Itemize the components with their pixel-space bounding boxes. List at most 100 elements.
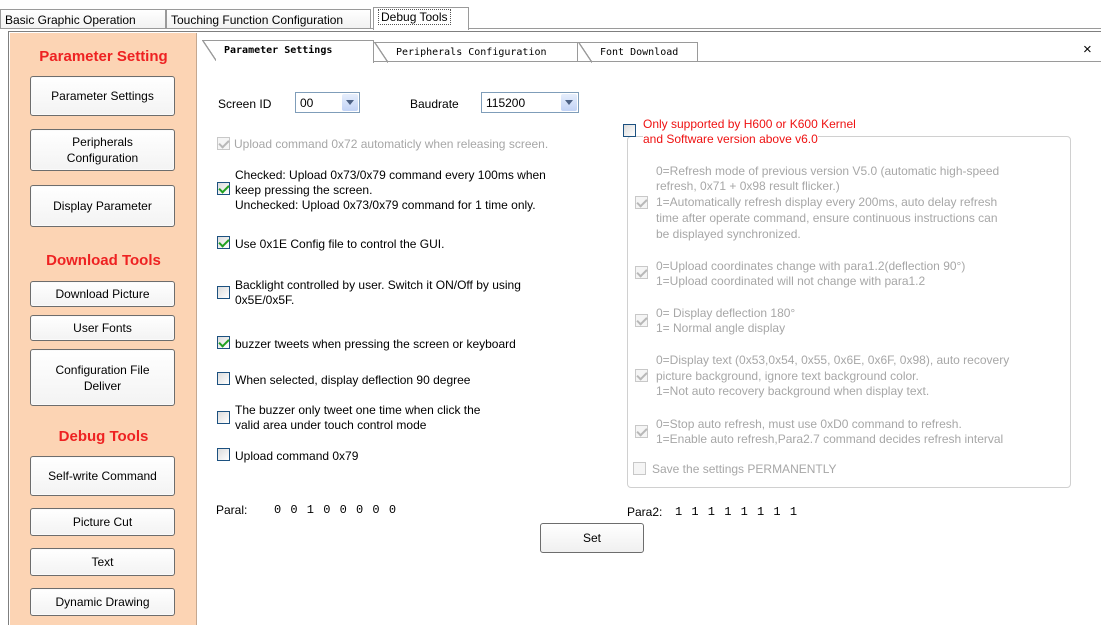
- chevron-down-icon[interactable]: [342, 94, 358, 111]
- display-parameter-button[interactable]: Display Parameter: [30, 185, 175, 227]
- tab-debug-tools[interactable]: Debug Tools: [373, 7, 469, 30]
- deflection-180-label-1: 0= Display deflection 180°: [656, 306, 796, 320]
- baudrate-value: 115200: [486, 96, 526, 110]
- display-text-label-3: 1=Not auto recovery background when disp…: [656, 384, 930, 398]
- screen-id-label: Screen ID: [218, 97, 272, 111]
- tab-label: Font Download: [600, 47, 679, 58]
- tab-label: Debug Tools: [378, 9, 451, 25]
- set-button[interactable]: Set: [540, 523, 644, 553]
- display-text-checkbox[interactable]: [635, 369, 648, 382]
- buzzer-once-checkbox[interactable]: [217, 411, 230, 424]
- button-label: Deliver: [83, 378, 122, 393]
- coordinates-label-1: 0=Upload coordinates change with para1.2…: [656, 259, 966, 273]
- save-permanently-checkbox[interactable]: [633, 462, 646, 475]
- coordinates-checkbox[interactable]: [635, 266, 648, 279]
- upload-0x72-checkbox[interactable]: [217, 137, 230, 150]
- upload-0x73-checkbox[interactable]: [217, 182, 230, 195]
- button-label: Configuration File: [55, 362, 150, 377]
- screen-id-value: 00: [300, 96, 314, 110]
- kernel-note-label-1: Only supported by H600 or K600 Kernel: [643, 117, 856, 131]
- tab-touching-function-configuration[interactable]: Touching Function Configuration: [166, 9, 371, 29]
- peripherals-configuration-button[interactable]: Peripherals Configuration: [30, 129, 175, 171]
- upload-0x72-label: Upload command 0x72 automaticly when rel…: [234, 137, 549, 151]
- self-write-command-button[interactable]: Self-write Command: [30, 456, 175, 496]
- backlight-label-2: 0x5E/0x5F.: [235, 293, 295, 307]
- inner-tab-bar: Parameter Settings Peripherals Configura…: [202, 40, 1101, 63]
- tab-parameter-settings[interactable]: Parameter Settings: [202, 40, 374, 63]
- baudrate-label: Baudrate: [410, 97, 459, 111]
- backlight-label-1: Backlight controlled by user. Switch it …: [235, 278, 521, 292]
- tab-edge: [202, 40, 216, 61]
- parameter-settings-button[interactable]: Parameter Settings: [30, 76, 175, 116]
- buzzer-label: buzzer tweets when pressing the screen o…: [235, 337, 516, 351]
- coordinates-label-2: 1=Upload coordinated will not change wit…: [656, 274, 926, 288]
- configuration-file-deliver-button[interactable]: Configuration File Deliver: [30, 349, 175, 406]
- button-label: Download Picture: [55, 287, 150, 301]
- tab-label: Basic Graphic Operation: [5, 13, 136, 27]
- refresh-mode-label-1: 0=Refresh mode of previous version V5.0 …: [656, 164, 1000, 178]
- kernel-version-checkbox[interactable]: [623, 124, 636, 137]
- deflection-90-checkbox[interactable]: [217, 372, 230, 385]
- button-label: Peripherals: [72, 135, 133, 149]
- buzzer-once-label-1: The buzzer only tweet one time when clic…: [235, 403, 481, 417]
- auto-refresh-label-1: 0=Stop auto refresh, must use 0xD0 comma…: [656, 417, 962, 431]
- sidebar: Parameter Setting Parameter Settings Per…: [10, 33, 197, 625]
- para1-value: 0 0 1 0 0 0 0 0: [274, 503, 398, 517]
- tab-font-download[interactable]: Font Download: [578, 42, 698, 63]
- deflection-90-label: When selected, display deflection 90 deg…: [235, 373, 471, 387]
- buzzer-checkbox[interactable]: [217, 336, 230, 349]
- display-text-label-2: picture background, ignore text backgrou…: [656, 369, 919, 383]
- close-icon[interactable]: ×: [1083, 41, 1092, 58]
- tab-label: Touching Function Configuration: [171, 13, 344, 27]
- picture-cut-button[interactable]: Picture Cut: [30, 508, 175, 536]
- para2-value: 1 1 1 1 1 1 1 1: [675, 505, 799, 519]
- screen-id-select[interactable]: 00: [295, 92, 360, 113]
- upload-0x73-label-3: Unchecked: Upload 0x73/0x79 command for …: [235, 198, 536, 212]
- dynamic-drawing-button[interactable]: Dynamic Drawing: [30, 588, 175, 616]
- download-tools-heading: Download Tools: [46, 252, 161, 269]
- button-label: Self-write Command: [48, 469, 157, 483]
- tab-edge: [374, 42, 388, 63]
- parameter-setting-heading: Parameter Setting: [39, 48, 168, 65]
- button-label: Configuration: [66, 151, 139, 165]
- button-label: Display Parameter: [53, 199, 152, 213]
- button-label: Parameter Settings: [51, 89, 154, 103]
- upload-0x79-label: Upload command 0x79: [235, 449, 359, 463]
- config-file-checkbox[interactable]: [217, 236, 230, 249]
- button-label: Set: [582, 531, 601, 545]
- para2-label: Para2:: [627, 505, 663, 519]
- top-tab-bar: Basic Graphic Operation Touching Functio…: [0, 7, 1101, 30]
- download-picture-button[interactable]: Download Picture: [30, 281, 175, 307]
- button-label: Picture Cut: [72, 515, 133, 529]
- backlight-checkbox[interactable]: [217, 286, 230, 299]
- tab-label: Parameter Settings: [224, 45, 333, 56]
- text-button[interactable]: Text: [30, 548, 175, 576]
- tab-label: Peripherals Configuration: [396, 47, 547, 58]
- deflection-180-checkbox[interactable]: [635, 314, 648, 327]
- chevron-down-icon[interactable]: [561, 94, 577, 111]
- auto-refresh-checkbox[interactable]: [635, 425, 648, 438]
- deflection-180-label-2: 1= Normal angle display: [656, 321, 786, 335]
- button-label: User Fonts: [73, 321, 132, 335]
- tab-bar-divider: [0, 28, 1101, 29]
- refresh-mode-checkbox[interactable]: [635, 196, 648, 209]
- button-label: Text: [91, 555, 114, 569]
- tab-basic-graphic-operation[interactable]: Basic Graphic Operation: [0, 9, 166, 29]
- baudrate-select[interactable]: 115200: [481, 92, 579, 113]
- save-permanently-label: Save the settings PERMANENTLY: [652, 462, 837, 476]
- config-file-label: Use 0x1E Config file to control the GUI.: [235, 237, 445, 251]
- para1-label: Paral:: [216, 503, 248, 517]
- upload-0x73-label-1: Checked: Upload 0x73/0x79 command every …: [235, 168, 546, 182]
- debug-tools-heading: Debug Tools: [58, 428, 149, 445]
- upload-0x73-label-2: keep pressing the screen.: [235, 183, 373, 197]
- tab-peripherals-configuration[interactable]: Peripherals Configuration: [374, 42, 578, 63]
- refresh-mode-label-2: refresh, 0x71 + 0x98 result flicker.): [656, 179, 840, 193]
- auto-refresh-label-2: 1=Enable auto refresh,Para2.7 command de…: [656, 432, 1004, 446]
- kernel-note-label-2: and Software version above v6.0: [643, 132, 818, 146]
- user-fonts-button[interactable]: User Fonts: [30, 315, 175, 341]
- display-text-label-1: 0=Display text (0x53,0x54, 0x55, 0x6E, 0…: [656, 353, 1010, 367]
- refresh-mode-label-3: 1=Automatically refresh display every 20…: [656, 195, 998, 209]
- tab-edge: [578, 42, 592, 63]
- refresh-mode-label-4: time after operate command, ensure conti…: [656, 211, 998, 225]
- upload-0x79-checkbox[interactable]: [217, 448, 230, 461]
